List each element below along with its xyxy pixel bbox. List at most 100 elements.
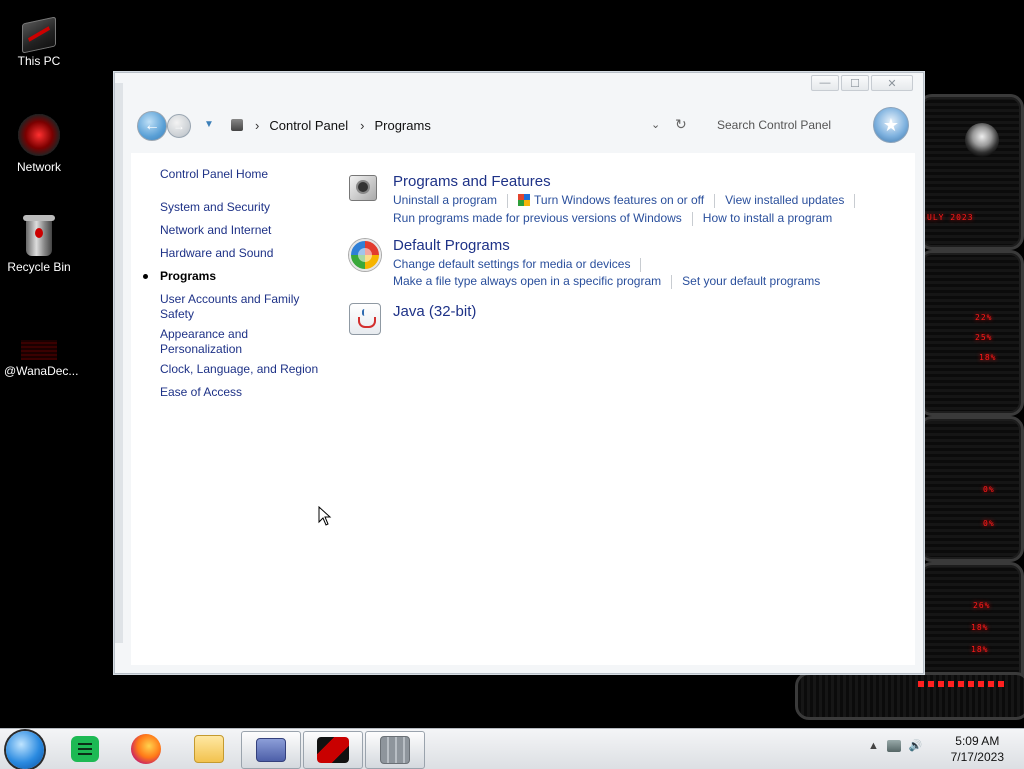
clock-time: 5:09 AM [955,734,1000,748]
link-set-defaults[interactable]: Set your default programs [682,274,820,288]
search-input[interactable]: Search Control Panel [701,111,877,139]
section-links-row: Uninstall a program Turn Windows features… [393,193,865,208]
widget-text: 25% [975,333,993,342]
link-file-type[interactable]: Make a file type always open in a specif… [393,274,661,288]
section-links-row: Make a file type always open in a specif… [393,274,820,289]
recent-pages-dropdown[interactable]: ▼ [204,119,214,130]
desktop-icon-network[interactable]: Network [4,114,74,174]
widget-text: 26% [973,601,991,610]
section-title[interactable]: Java (32-bit) [393,303,476,320]
link-view-installed-updates[interactable]: View installed updates [725,193,844,207]
widget-text: 0% [983,519,995,528]
show-hidden-icons-icon[interactable]: ▲ [868,740,879,752]
start-button[interactable] [6,731,44,769]
address-bar[interactable]: › Control Panel › Programs [227,111,697,139]
breadcrumb-separator[interactable]: › [255,118,259,133]
java-icon[interactable] [349,303,381,335]
taskbar-app-firewall[interactable] [365,731,425,769]
desktop-icon-label: This PC [17,54,61,68]
link-divider [691,211,693,226]
breadcrumb-separator[interactable]: › [360,118,364,133]
link-how-to-install[interactable]: How to install a program [703,211,832,225]
widget-text: 0% [983,485,995,494]
desktop-icon-label: @WanaDec... [4,364,79,378]
firewall-icon [380,736,410,764]
section-links-row: Change default settings for media or dev… [393,257,651,272]
widget-dashes [918,681,1008,687]
clock[interactable]: 5:09 AM 7/17/2023 [951,733,1004,765]
control-panel-window: — ☐ ✕ ← → ▼ › Control Panel › Programs ⌄… [114,72,924,674]
link-divider [507,193,509,208]
firefox-icon [131,734,161,764]
desktop-icon-recycle-bin[interactable]: Recycle Bin [4,215,74,274]
widget-panel: ULY 2023 [918,94,1024,250]
network-icon [18,114,60,156]
link-compatibility[interactable]: Run programs made for previous versions … [393,211,682,225]
minimize-button[interactable]: — [811,75,839,91]
uac-shield-icon [518,194,531,206]
section-title[interactable]: Programs and Features [393,173,551,190]
taskbar-app-control-panel[interactable] [241,731,301,769]
network-tray-icon[interactable] [886,739,901,752]
widget-text: 18% [971,645,989,654]
control-panel-icon [256,738,286,762]
nav-clock-language-region[interactable]: Clock, Language, and Region [160,362,320,377]
folder-icon [194,735,224,763]
default-programs-icon[interactable] [349,239,381,271]
link-uninstall-program[interactable]: Uninstall a program [393,193,497,207]
link-divider [714,193,716,208]
nav-appearance[interactable]: Appearance and Personalization [160,327,280,357]
taskbar-app-notes[interactable] [56,731,114,767]
widget-panel: 26% 18% 18% [918,562,1024,688]
nav-system-and-security[interactable]: System and Security [160,200,320,215]
clock-date: 7/17/2023 [950,750,1004,764]
breadcrumb-programs[interactable]: Programs [374,118,430,133]
widget-text: 18% [971,623,989,632]
desktop-icon-wanadecryptor[interactable]: @WanaDec... [4,322,79,378]
forward-button[interactable]: → [167,114,191,138]
nav-programs-label: Programs [160,269,217,283]
nav-programs: Programs [143,269,320,284]
taskbar: ▲ 🔊 5:09 AM 7/17/2023 [0,728,1024,769]
desktop-icon-label: Network [16,160,61,174]
taskbar-app-red[interactable] [303,731,363,769]
section-title[interactable]: Default Programs [393,237,510,254]
maximize-button[interactable]: ☐ [841,75,869,91]
red-app-icon [317,737,349,763]
link-divider [640,257,642,272]
search-orb-icon[interactable]: ★ [873,107,909,143]
programs-features-icon[interactable] [349,175,377,201]
nav-hardware-and-sound[interactable]: Hardware and Sound [160,246,320,261]
nav-network-and-internet[interactable]: Network and Internet [160,223,320,238]
link-windows-features[interactable]: Turn Windows features on or off [534,193,704,207]
link-media-devices[interactable]: Change default settings for media or dev… [393,257,630,271]
widget-text: 18% [979,353,997,362]
taskbar-app-firefox[interactable] [117,731,175,767]
back-button[interactable]: ← [137,111,167,141]
navigation-bar: ← → ▼ › Control Panel › Programs ⌄ ↻ Sea… [131,103,915,151]
widget-panel: 0% 0% [918,416,1024,562]
alien-logo-icon [965,123,999,157]
window-frame [115,83,123,643]
address-dropdown-icon[interactable]: ⌄ [651,118,660,131]
nav-user-accounts[interactable]: User Accounts and Family Safety [160,292,320,322]
widget-bottom-bar [795,672,1024,720]
this-pc-icon [22,16,56,54]
widget-text: 22% [975,313,993,322]
nav-ease-of-access[interactable]: Ease of Access [160,385,320,400]
taskbar-app-explorer[interactable] [180,731,238,767]
notes-app-icon [71,736,99,762]
close-button[interactable]: ✕ [871,75,913,91]
link-divider [671,274,673,289]
breadcrumb-control-panel[interactable]: Control Panel [269,118,348,133]
widget-panel: 22% 25% 18% [918,250,1024,416]
nav-control-panel-home[interactable]: Control Panel Home [160,167,320,182]
active-bullet-icon [143,274,148,279]
recycle-bin-icon [23,215,55,256]
system-tray: ▲ 🔊 [868,739,923,752]
refresh-icon[interactable]: ↻ [675,116,687,133]
link-divider [854,193,856,208]
content-area: Control Panel Home System and Security N… [131,153,915,665]
volume-icon[interactable]: 🔊 [909,739,923,752]
desktop-icon-this-pc[interactable]: This PC [4,12,74,68]
